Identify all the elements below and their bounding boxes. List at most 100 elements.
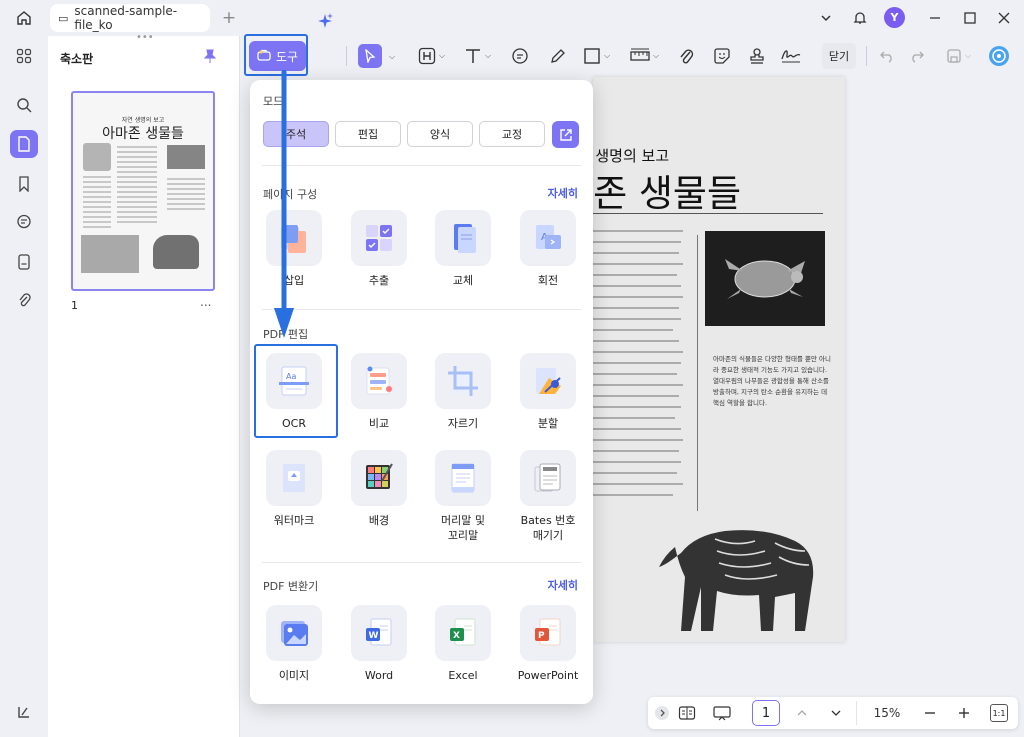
comment-icon[interactable] (10, 208, 38, 236)
ai-assistant-icon[interactable] (988, 44, 1010, 68)
zoom-out-icon[interactable] (920, 703, 940, 723)
select-dropdown-caret[interactable]: ⌵ (386, 45, 395, 69)
shape-tool-icon[interactable]: ⌵ (583, 44, 610, 68)
mode-form-button[interactable]: 양식 (407, 121, 473, 147)
word-convert-label: Word (364, 669, 394, 682)
external-link-icon (559, 128, 572, 141)
bates-number-item[interactable]: Bates 번호 매기기 (508, 450, 588, 543)
panel-title: 축소판 (60, 52, 94, 66)
header-footer-item[interactable]: 머리말 및 꼬리말 (423, 450, 503, 543)
attach-tool-icon[interactable] (678, 44, 694, 68)
extract-item[interactable]: 추출 (339, 210, 419, 288)
open-external-button[interactable] (552, 121, 579, 148)
minimize-icon[interactable] (924, 7, 946, 29)
presentation-icon[interactable] (710, 703, 734, 723)
signature-tool-icon[interactable] (780, 44, 802, 68)
thumbnail-icon[interactable] (10, 130, 38, 158)
watermark-item[interactable]: 워터마크 (254, 450, 334, 528)
maximize-icon[interactable] (959, 7, 981, 29)
zoom-in-icon[interactable] (954, 703, 974, 723)
svg-text:X: X (453, 631, 460, 641)
split-label: 분할 (537, 417, 559, 430)
compare-icon (351, 353, 407, 409)
sticker-tool-icon[interactable] (713, 44, 731, 68)
zoom-level[interactable]: 15% (870, 703, 904, 723)
convert-section-more-link[interactable]: 자세히 (548, 577, 578, 593)
form-icon[interactable] (10, 248, 38, 276)
home-icon[interactable] (13, 7, 35, 29)
thumb-text-lines-left (83, 176, 111, 228)
header-tool-icon[interactable]: ⌵ (418, 44, 445, 68)
mode-review-button[interactable]: 교정 (479, 121, 545, 147)
close-tools-button[interactable]: 닫기 (822, 43, 856, 69)
crop-item[interactable]: 자르기 (423, 353, 503, 431)
attachment-icon[interactable] (10, 286, 38, 314)
stamp-tool-icon[interactable] (748, 44, 766, 68)
word-convert-item[interactable]: W Word (339, 605, 419, 683)
doc-side-text: 아마존의 식물들은 다양한 형태를 뿐만 아니라 중요한 생태적 기능도 가지고… (713, 355, 831, 407)
page-down-icon[interactable] (826, 703, 846, 723)
bates-number-label: Bates 번호 매기기 (520, 514, 576, 542)
powerpoint-convert-item[interactable]: P PowerPoint (508, 605, 588, 683)
document-page[interactable]: 자연 생명의 보고 아마존 생물들 아마존의 식물들은 다양한 형태를 뿐만 아… (593, 77, 845, 642)
powerpoint-icon: P (520, 605, 576, 661)
bookmark-icon[interactable] (10, 170, 38, 198)
avatar[interactable]: Y (884, 7, 905, 28)
document-icon: ▭ (58, 11, 69, 25)
pen-tool-icon[interactable] (549, 44, 567, 68)
thumb-turtle-image (167, 145, 205, 169)
replace-icon (435, 210, 491, 266)
guide-arrow-icon (274, 70, 294, 338)
comment-tool-icon[interactable] (511, 44, 529, 68)
undo-icon[interactable] (880, 44, 894, 68)
excel-convert-item[interactable]: X Excel (423, 605, 503, 683)
page-up-icon[interactable] (792, 703, 812, 723)
ai-sparkle-icon[interactable] (316, 9, 334, 33)
reading-mode-icon[interactable] (676, 703, 698, 723)
split-item[interactable]: 분할 (508, 353, 588, 431)
compare-label: 비교 (368, 417, 390, 430)
image-icon (266, 605, 322, 661)
replace-item[interactable]: 교체 (423, 210, 503, 288)
rotate-label: 회전 (537, 274, 559, 287)
select-tool-button[interactable] (358, 44, 382, 68)
background-item[interactable]: 배경 (339, 450, 419, 528)
page-number-input[interactable]: 1 (752, 700, 780, 726)
document-tab[interactable]: ▭ scanned-sample-file_ko (50, 4, 210, 32)
bell-icon[interactable] (849, 7, 871, 29)
layers-icon[interactable] (10, 698, 38, 726)
new-tab-button[interactable]: + (218, 7, 240, 29)
powerpoint-convert-label: PowerPoint (517, 669, 579, 682)
menu-divider (262, 562, 581, 563)
page-section-more-link[interactable]: 자세히 (548, 185, 578, 201)
close-window-icon[interactable] (993, 7, 1015, 29)
image-convert-item[interactable]: 이미지 (254, 605, 334, 683)
text-tool-icon[interactable]: ⌵ (464, 44, 491, 68)
mode-edit-button[interactable]: 편집 (335, 121, 401, 147)
thumb-text-lines (117, 146, 157, 223)
convert-section-title: PDF 변환기 (263, 580, 319, 593)
watermark-label: 워터마크 (273, 514, 315, 527)
thumbnail-more-button[interactable]: ... (200, 295, 211, 309)
measure-tool-icon[interactable]: ⌵ (630, 44, 659, 68)
header-footer-icon (435, 450, 491, 506)
pin-icon[interactable] (203, 48, 217, 67)
save-icon[interactable]: ⌵ (946, 44, 971, 68)
replace-label: 교체 (452, 274, 474, 287)
compare-item[interactable]: 비교 (339, 353, 419, 431)
ocr-highlight-box (254, 344, 338, 438)
tab-title: scanned-sample-file_ko (74, 4, 178, 32)
collapse-arrow-icon[interactable] (652, 703, 672, 723)
drag-handle[interactable]: ••• (136, 32, 154, 43)
chevron-down-icon[interactable] (815, 7, 837, 29)
rotate-item[interactable]: A 회전 (508, 210, 588, 288)
svg-text:P: P (538, 631, 545, 641)
grid-icon[interactable] (10, 42, 38, 70)
page-thumbnail[interactable]: 자연 생명의 보고 아마존 생물들 (71, 91, 215, 291)
redo-icon[interactable] (910, 44, 924, 68)
search-icon[interactable] (10, 91, 38, 119)
thumb-tapir-image (153, 235, 199, 269)
doc-title: 아마존 생물들 (593, 172, 742, 215)
image-convert-label: 이미지 (278, 669, 310, 682)
actual-size-button[interactable]: 1:1 (990, 704, 1008, 722)
